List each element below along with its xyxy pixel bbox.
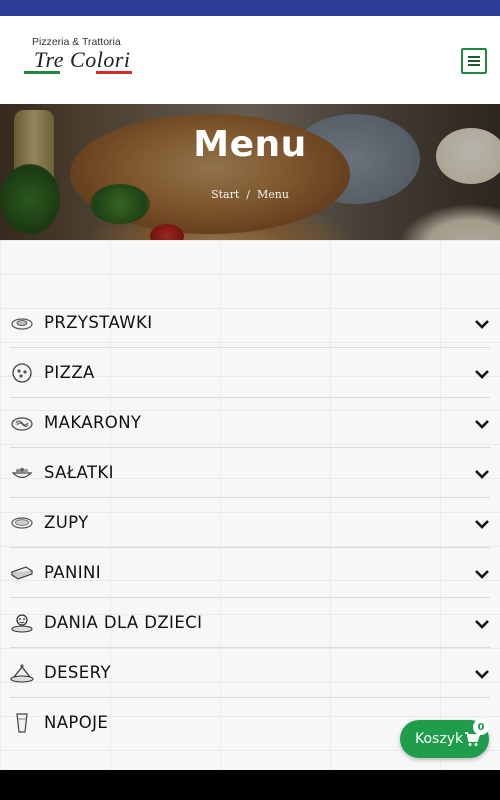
category-makarony[interactable]: MAKARONY [10,398,490,448]
breadcrumb-current: Menu [256,188,289,201]
category-label: NAPOJE [44,713,109,732]
category-zupy[interactable]: ZUPY [10,498,490,548]
category-label: DESERY [44,663,111,682]
hamburger-icon [468,56,480,66]
chevron-down-icon [475,320,489,329]
pasta-icon [10,411,34,435]
category-desery[interactable]: DESERY [10,648,490,698]
cart-count-badge: 0 [473,719,489,735]
breadcrumb: Start / Menu [0,188,500,201]
menu-content: PRZYSTAWKI PIZZA MAKARONY SAŁATKI ZUPY P… [0,240,500,770]
site-logo[interactable]: Pizzeria & Trattoria Tre Colori [24,36,136,80]
chevron-down-icon [475,420,489,429]
category-label: PRZYSTAWKI [44,313,153,332]
bottom-navigation-bar [0,770,500,800]
category-label: MAKARONY [44,413,142,432]
breadcrumb-separator: / [246,188,250,201]
soup-icon [10,511,34,535]
chevron-down-icon [475,670,489,679]
category-salatki[interactable]: SAŁATKI [10,448,490,498]
dessert-icon [10,661,34,685]
kids-meal-icon [10,611,34,635]
category-przystawki[interactable]: PRZYSTAWKI [10,298,490,348]
menu-toggle-button[interactable] [461,48,487,74]
appetizer-icon [10,311,34,335]
site-header: Pizzeria & Trattoria Tre Colori [0,16,500,104]
chevron-down-icon [475,470,489,479]
hero-banner: Menu Start / Menu [0,104,500,240]
chevron-down-icon [475,570,489,579]
category-label: PIZZA [44,363,95,382]
page-title: Menu [193,124,307,165]
category-dania-dla-dzieci[interactable]: DANIA DLA DZIECI [10,598,490,648]
category-panini[interactable]: PANINI [10,548,490,598]
category-label: ZUPY [44,513,89,532]
panini-icon [10,561,34,585]
category-label: DANIA DLA DZIECI [44,613,203,632]
logo-name: Tre Colori [34,47,131,72]
cart-label: Koszyk [415,731,464,747]
logo-flag-stripe [24,71,132,74]
salad-icon [10,461,34,485]
top-status-bar [0,0,500,16]
category-list: PRZYSTAWKI PIZZA MAKARONY SAŁATKI ZUPY P… [10,298,490,748]
pizza-icon [10,361,34,385]
category-pizza[interactable]: PIZZA [10,348,490,398]
chevron-down-icon [475,620,489,629]
category-label: PANINI [44,563,101,582]
drink-icon [10,711,34,735]
breadcrumb-home-link[interactable]: Start [211,188,239,201]
chevron-down-icon [475,520,489,529]
chevron-down-icon [475,370,489,379]
category-label: SAŁATKI [44,463,114,482]
